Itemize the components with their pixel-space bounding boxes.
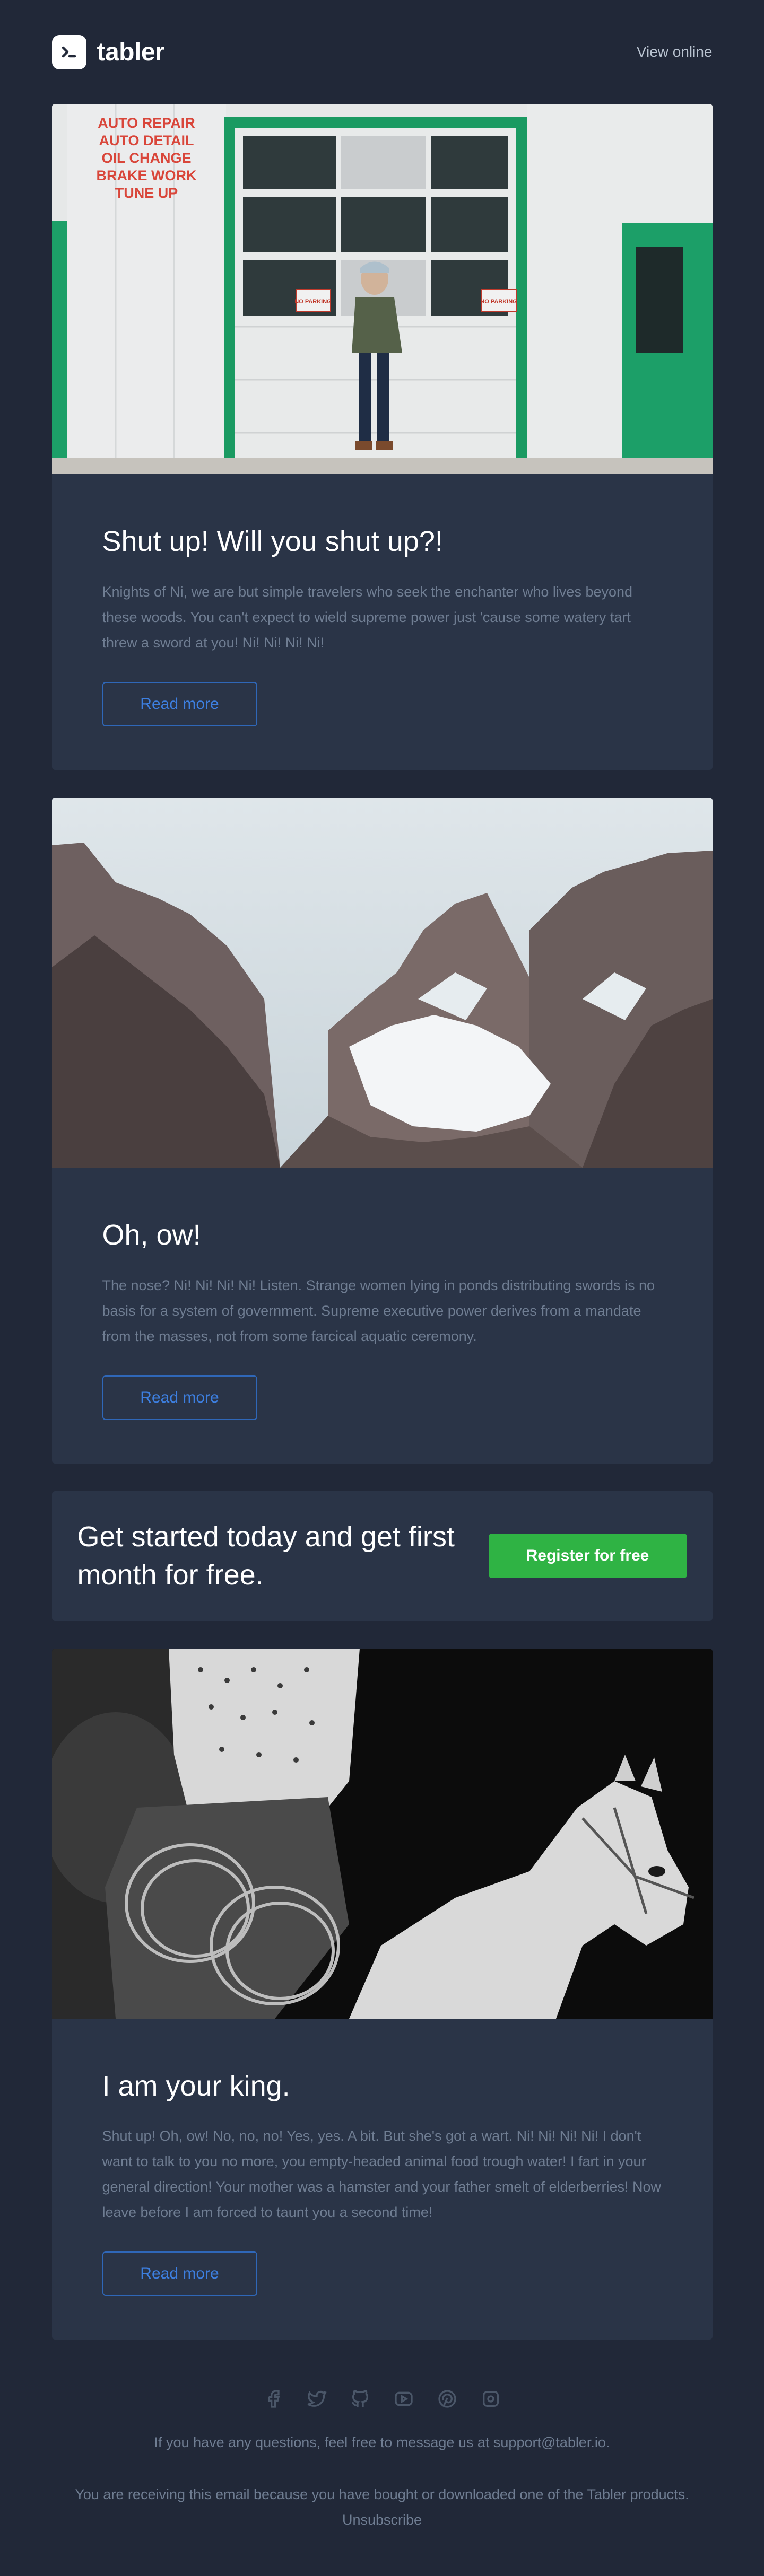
contact-text: If you have any questions, feel free to … <box>154 2434 610 2451</box>
facebook-icon[interactable] <box>262 2387 285 2411</box>
unsubscribe-link[interactable]: Unsubscribe <box>342 2512 422 2528</box>
article-card: Oh, ow! The nose? Ni! Ni! Ni! Ni! Listen… <box>51 797 713 1464</box>
card-body: Oh, ow! The nose? Ni! Ni! Ni! Ni! Listen… <box>52 1168 713 1464</box>
card-body: I am your king. Shut up! Oh, ow! No, no,… <box>52 2019 713 2340</box>
article-card: I am your king. Shut up! Oh, ow! No, no,… <box>51 1648 713 2340</box>
cta-text: Get started today and get first month fo… <box>77 1521 455 1591</box>
garage-sign-line: TUNE UP <box>115 185 178 201</box>
notice-text: You are receiving this email because you… <box>75 2486 689 2503</box>
garage-sign-line: AUTO DETAIL <box>99 133 194 148</box>
read-more-button[interactable]: Read more <box>102 681 257 726</box>
brand-name: tabler <box>97 38 165 66</box>
garage-photo: AUTO REPAIR AUTO DETAIL OIL CHANGE BRAKE… <box>51 104 713 474</box>
read-more-button[interactable]: Read more <box>102 2251 257 2297</box>
no-parking-sign: NO PARKING <box>480 299 517 305</box>
card-text: Knights of Ni, we are but simple travele… <box>102 583 633 651</box>
email-page: tabler View online AUTO REPAIR AUTO DETA… <box>0 0 764 2576</box>
github-icon[interactable] <box>349 2387 372 2411</box>
email-header: tabler View online <box>51 0 713 104</box>
tabler-logo-icon <box>51 34 86 69</box>
register-button[interactable]: Register for free <box>488 1534 687 1579</box>
card-text: The nose? Ni! Ni! Ni! Ni! Listen. Strang… <box>102 1277 655 1344</box>
garage-sign-line: BRAKE WORK <box>96 168 196 183</box>
instagram-icon[interactable] <box>479 2387 502 2411</box>
card-title: I am your king. <box>102 2070 290 2102</box>
mountains-photo <box>51 797 713 1168</box>
view-online-link[interactable]: View online <box>637 43 713 60</box>
cta-banner: Get started today and get first month fo… <box>51 1491 713 1621</box>
card-text: Shut up! Oh, ow! No, no, no! Yes, yes. A… <box>102 2128 662 2221</box>
card-title: Shut up! Will you shut up?! <box>102 525 443 557</box>
horse-rider-photo <box>51 1648 713 2019</box>
brand[interactable]: tabler <box>51 34 165 69</box>
card-body: Shut up! Will you shut up?! Knights of N… <box>52 474 713 770</box>
pinterest-icon[interactable] <box>436 2387 459 2411</box>
twitter-icon[interactable] <box>305 2387 328 2411</box>
email-footer: If you have any questions, feel free to … <box>52 2340 713 2533</box>
social-links <box>52 2387 713 2411</box>
youtube-icon[interactable] <box>392 2387 415 2411</box>
article-card: AUTO REPAIR AUTO DETAIL OIL CHANGE BRAKE… <box>51 104 713 770</box>
no-parking-sign: NO PARKING <box>294 299 331 305</box>
read-more-button[interactable]: Read more <box>102 1375 257 1420</box>
garage-sign-line: OIL CHANGE <box>101 150 191 166</box>
garage-sign-line: AUTO REPAIR <box>98 115 195 131</box>
email-container: tabler View online AUTO REPAIR AUTO DETA… <box>51 0 713 2533</box>
card-title: Oh, ow! <box>102 1219 201 1251</box>
